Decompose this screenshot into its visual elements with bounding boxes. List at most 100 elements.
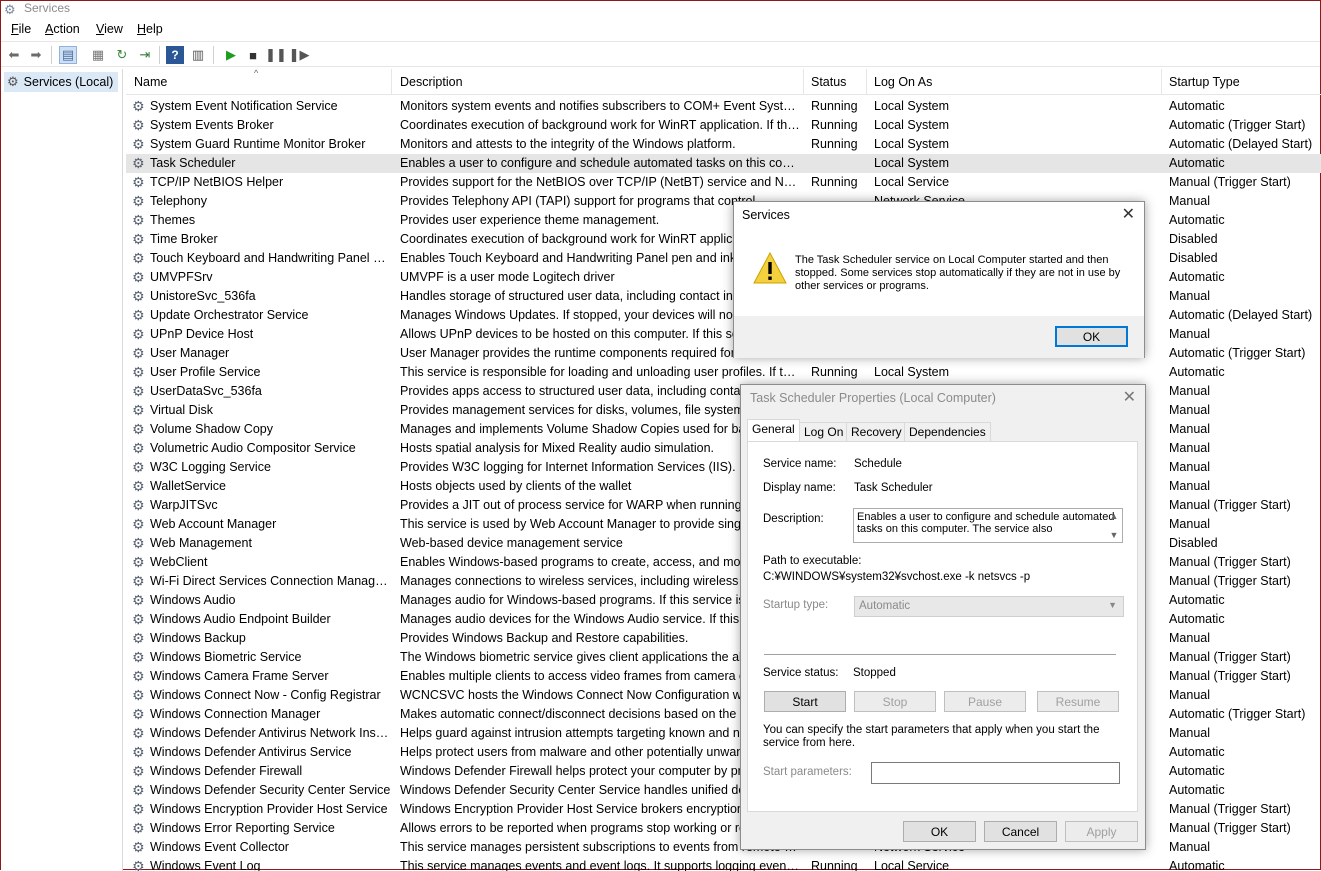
ok-button[interactable]: OK <box>1055 326 1128 347</box>
description-scrollbar[interactable]: ▲ ▼ <box>1107 510 1121 541</box>
gear-icon: ⚙ <box>132 630 145 646</box>
gear-icon: ⚙ <box>132 440 145 456</box>
general-tab-panel: Service name: Schedule Display name: Tas… <box>747 441 1138 812</box>
service-startup-cell: Automatic <box>1169 99 1225 113</box>
gear-icon: ⚙ <box>132 687 145 703</box>
menu-file[interactable]: File <box>11 22 31 36</box>
task-scheduler-properties-dialog: Task Scheduler Properties (Local Compute… <box>740 384 1146 850</box>
toolbar-separator <box>213 46 214 64</box>
service-name-cell: System Guard Runtime Monitor Broker <box>150 137 366 151</box>
menu-action[interactable]: Action <box>45 22 80 36</box>
service-status-value: Stopped <box>853 667 896 679</box>
service-status-cell: Running <box>811 118 858 132</box>
menu-help[interactable]: Help <box>137 22 163 36</box>
start-button[interactable]: Start <box>764 691 846 712</box>
service-name-cell: Windows Defender Antivirus Service <box>150 745 352 759</box>
export-icon[interactable]: ⇥ <box>136 46 154 64</box>
service-name-cell: System Event Notification Service <box>150 99 338 113</box>
menu-help-accelerator: H <box>137 22 147 36</box>
service-startup-cell: Manual <box>1169 327 1210 341</box>
service-row[interactable]: ⚙ System Events Broker Coordinates executi… <box>126 116 1321 135</box>
gear-icon: ⚙ <box>132 858 145 871</box>
service-startup-cell: Manual <box>1169 422 1210 436</box>
startup-type-select[interactable]: Automatic ▼ <box>854 596 1124 617</box>
service-logon-cell: Local System <box>874 156 950 170</box>
start-service-icon[interactable]: ▶ <box>222 46 240 64</box>
gear-icon: ⚙ <box>132 155 145 171</box>
service-status-cell: Running <box>811 99 858 113</box>
pause-service-icon[interactable]: ❚❚ <box>265 46 287 64</box>
ok-button[interactable]: OK <box>903 821 976 842</box>
service-name-cell: System Events Broker <box>150 118 274 132</box>
start-params-input[interactable] <box>871 762 1120 784</box>
gear-icon: ⚙ <box>132 402 145 418</box>
service-name-cell: Windows Defender Security Center Service <box>150 783 391 797</box>
service-startup-cell: Manual (Trigger Start) <box>1169 650 1291 664</box>
service-row[interactable]: ⚙ Task Scheduler Enables a user to configu… <box>126 154 1321 173</box>
toolbar-separator <box>51 46 52 64</box>
dialog-title: Services <box>742 208 790 222</box>
dialog-message: The Task Scheduler service on Local Comp… <box>795 254 1121 292</box>
gear-icon: ⚙ <box>132 459 145 475</box>
description-text: Enables a user to configure and schedule… <box>857 511 1115 535</box>
service-row[interactable]: ⚙ System Guard Runtime Monitor Broker Moni… <box>126 135 1321 154</box>
help-icon[interactable]: ? <box>166 46 184 64</box>
service-startup-cell: Manual <box>1169 631 1210 645</box>
gear-icon: ⚙ <box>132 592 145 608</box>
tab-dependencies[interactable]: Dependencies <box>904 422 991 441</box>
service-name-cell: Windows Event Log <box>150 859 261 871</box>
forward-icon[interactable]: ➡ <box>27 46 45 64</box>
close-icon[interactable]: ✕ <box>1122 204 1135 224</box>
tree-item-services-local[interactable]: ⚙ Services (Local) <box>4 72 119 92</box>
service-startup-cell: Automatic (Delayed Start) <box>1169 308 1313 322</box>
column-startup-label[interactable]: Startup Type <box>1169 75 1240 89</box>
service-name-cell: Wi-Fi Direct Services Connection Manager… <box>150 574 392 588</box>
list-header: ^ Name Description Status Log On As Star… <box>126 69 1321 95</box>
tab-recovery[interactable]: Recovery <box>846 422 907 441</box>
service-name-cell: Time Broker <box>150 232 218 246</box>
service-row[interactable]: ⚙ User Profile Service This service is res… <box>126 363 1321 382</box>
pause-button[interactable]: Pause <box>944 691 1026 712</box>
gear-icon: ⚙ <box>132 801 145 817</box>
service-description-cell: This service is responsible for loading … <box>400 365 800 379</box>
service-row[interactable]: ⚙ Windows Event Log This service manages e… <box>126 857 1321 871</box>
scroll-up-icon[interactable]: ▲ <box>1110 510 1119 522</box>
service-name-cell: Telephony <box>150 194 207 208</box>
console-tree-icon[interactable]: ▤ <box>59 46 77 64</box>
tab-general[interactable]: General <box>747 419 800 442</box>
restart-service-icon[interactable]: ❚▶ <box>289 46 310 64</box>
stop-button[interactable]: Stop <box>854 691 936 712</box>
stop-service-icon[interactable]: ■ <box>244 46 262 64</box>
service-name-cell: Volumetric Audio Compositor Service <box>150 441 356 455</box>
tab-log-on[interactable]: Log On <box>799 422 849 441</box>
service-row[interactable]: ⚙ System Event Notification Service Monito… <box>126 97 1321 116</box>
close-icon[interactable]: ✕ <box>1123 387 1136 407</box>
gear-icon: ⚙ <box>132 763 145 779</box>
service-startup-cell: Automatic <box>1169 270 1225 284</box>
refresh-icon[interactable]: ↻ <box>113 46 131 64</box>
resume-button[interactable]: Resume <box>1037 691 1119 712</box>
properties-icon[interactable]: ▦ <box>89 46 107 64</box>
service-startup-cell: Automatic <box>1169 764 1225 778</box>
menu-bar: File Action View Help <box>1 20 1320 40</box>
scroll-down-icon[interactable]: ▼ <box>1110 529 1119 541</box>
title-bar: ⚙ Services <box>1 1 1320 18</box>
cancel-button[interactable]: Cancel <box>984 821 1057 842</box>
service-startup-cell: Manual (Trigger Start) <box>1169 555 1291 569</box>
description-textbox[interactable]: Enables a user to configure and schedule… <box>853 508 1123 543</box>
service-startup-cell: Disabled <box>1169 232 1218 246</box>
apply-button[interactable]: Apply <box>1065 821 1138 842</box>
back-icon[interactable]: ⬅ <box>5 46 23 64</box>
service-description-cell: Monitors and attests to the integrity of… <box>400 137 736 151</box>
service-startup-cell: Automatic <box>1169 593 1225 607</box>
service-description-cell: Monitors system events and notifies subs… <box>400 99 800 113</box>
service-startup-cell: Manual (Trigger Start) <box>1169 498 1291 512</box>
service-logon-cell: Local System <box>874 137 950 151</box>
service-name-cell: Windows Camera Frame Server <box>150 669 329 683</box>
gear-icon: ⚙ <box>132 174 145 190</box>
gear-icon: ⚙ <box>132 820 145 836</box>
show-hide-icon[interactable]: ▥ <box>189 46 207 64</box>
service-row[interactable]: ⚙ TCP/IP NetBIOS Helper Provides support f… <box>126 173 1321 192</box>
menu-view[interactable]: View <box>96 22 123 36</box>
display-name-label: Display name: <box>763 482 836 494</box>
